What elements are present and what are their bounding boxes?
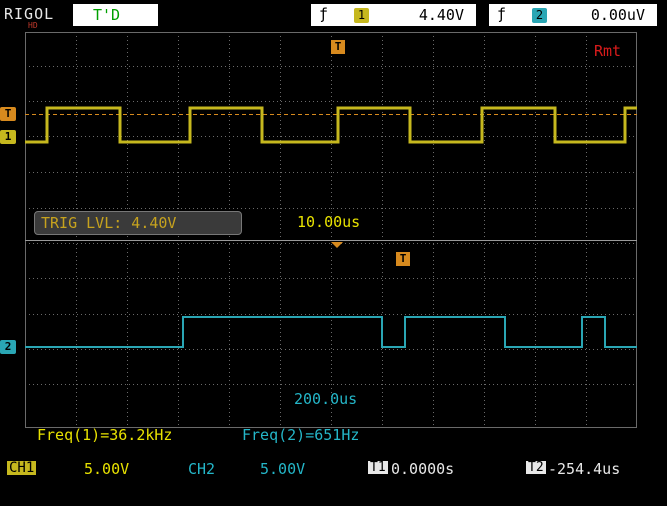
ch2-scale[interactable]: CH2 5.00V [185, 460, 345, 482]
t1-readout[interactable]: T1 0.0000s [365, 460, 515, 482]
ch2-ground-marker[interactable]: 2 [0, 340, 16, 354]
t2-value: -254.4us [548, 460, 621, 478]
trigger-position-marker-zoom[interactable]: T [396, 252, 410, 266]
zoom-timebase: 10.00us [297, 213, 361, 231]
trigger-position-marker[interactable]: T [331, 40, 345, 54]
ch1-trigger-readout: ƒ 1 4.40V [311, 4, 476, 26]
ch1-volts-div: 5.00V [84, 460, 130, 478]
t1-tag: T1 [368, 460, 388, 475]
ch2-badge: 2 [532, 8, 547, 23]
ch2-trigger-value: 0.00uV [590, 6, 645, 24]
rising-edge-icon: ƒ [319, 5, 329, 23]
acquisition-status: T'D [73, 4, 158, 26]
brand-logo: RIGOL [4, 5, 55, 23]
t2-readout[interactable]: T2 -254.4us [524, 460, 664, 482]
rising-edge-icon: ƒ [497, 5, 507, 23]
trigger-level-popup: TRIG LVL: 4.40V [34, 211, 242, 235]
ch1-ground-marker[interactable]: 1 [0, 130, 16, 144]
trigger-level-text: TRIG LVL: 4.40V [41, 214, 177, 232]
ch2-volts-div: 5.00V [260, 460, 306, 478]
ch1-tag: CH1 [7, 460, 37, 476]
ch2-frequency: Freq(2)=651Hz [242, 426, 360, 444]
remote-indicator: Rmt [594, 42, 622, 60]
t1-value: 0.0000s [391, 460, 455, 478]
ch1-scale[interactable]: CH1 5.00V [4, 460, 174, 482]
main-timebase: 200.0us [294, 390, 358, 408]
ch1-trigger-value: 4.40V [418, 6, 464, 24]
trigger-level-marker[interactable]: T [0, 107, 16, 121]
ch2-tag: CH2 [188, 460, 216, 478]
ch1-badge: 1 [354, 8, 369, 23]
t2-tag: T2 [526, 460, 546, 475]
trigger-caret-icon [331, 242, 343, 248]
brand-sub: HD [28, 21, 38, 30]
ch2-trigger-readout: ƒ 2 0.00uV [489, 4, 657, 26]
status-label: T'D [93, 6, 121, 24]
ch1-frequency: Freq(1)=36.2kHz [37, 426, 173, 444]
